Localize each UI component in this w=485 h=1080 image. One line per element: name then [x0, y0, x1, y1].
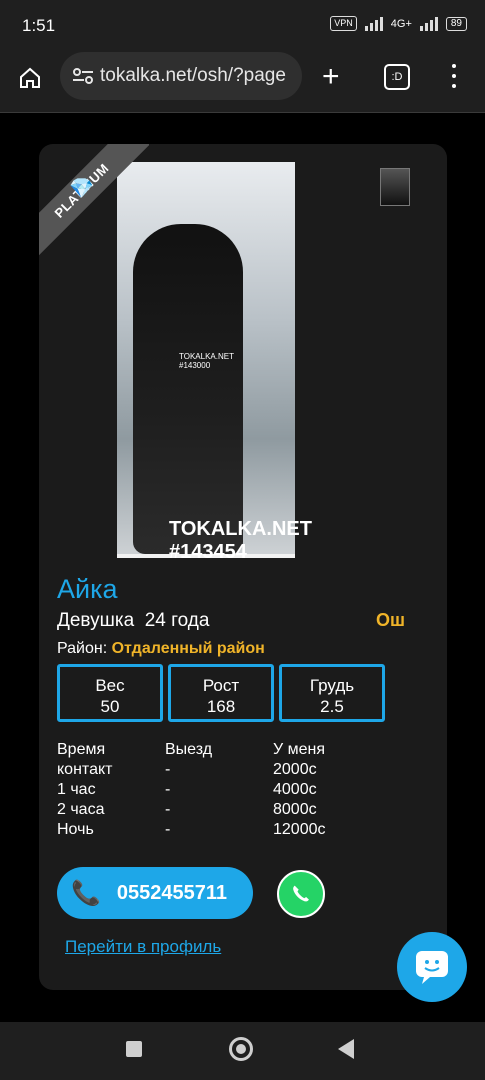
platinum-badge: PLATINUM [39, 144, 149, 260]
param-bust-value: 2.5 [320, 697, 344, 716]
status-bar: 1:51 VPN 4G+ 89 [0, 0, 485, 50]
new-tab-button[interactable]: + [322, 62, 340, 92]
profile-card: TOKALKA.NET #143000 PLATINUM 💎 TOKALKA.N… [39, 144, 447, 990]
overlay-brand: TOKALKA.NET [169, 518, 312, 540]
price-cell-outcall: - [165, 761, 171, 778]
menu-icon[interactable] [452, 64, 456, 88]
price-row: 1 час - 4000с [57, 780, 357, 800]
profile-age: 24 года [144, 610, 210, 631]
status-icons: VPN 4G+ 89 [330, 16, 467, 31]
param-weight-label: Вес [95, 676, 125, 695]
back-icon[interactable] [338, 1039, 354, 1059]
param-weight: Вес 50 [57, 664, 163, 722]
signal-icon [364, 16, 383, 31]
price-table: Время Выезд У меня контакт - 2000с 1 час… [57, 740, 357, 840]
price-cell-outcall: - [165, 781, 171, 798]
photo-person [133, 224, 243, 554]
chat-icon [416, 951, 448, 984]
price-cell-time: 1 час [57, 781, 96, 798]
district-value: Отдаленный район [111, 640, 265, 657]
url-text: tokalka.net/osh/?page [100, 65, 286, 86]
site-settings-icon[interactable] [72, 67, 94, 85]
battery-icon: 89 [445, 16, 467, 31]
profile-link[interactable]: Перейти в профиль [65, 937, 221, 957]
param-weight-value: 50 [100, 697, 120, 716]
price-cell-outcall: - [165, 821, 171, 838]
overlay-id: #143454 [169, 541, 247, 563]
param-height-label: Рост [202, 676, 240, 695]
price-cell-time: Ночь [57, 821, 94, 838]
profile-type: Девушка [57, 610, 135, 631]
profile-district: Район: Отдаленный район [57, 640, 265, 658]
network-type: 4G+ [390, 17, 412, 30]
tabs-button[interactable]: :D [384, 64, 410, 90]
photo-watermark-brand: TOKALKA.NET [179, 352, 234, 361]
param-bust: Грудь 2.5 [279, 664, 385, 722]
status-time: 1:51 [22, 16, 56, 35]
address-bar[interactable]: tokalka.net/osh/?page [60, 52, 302, 100]
price-cell-incall: 2000с [273, 761, 317, 778]
vpn-badge: VPN [330, 16, 357, 31]
price-row: Ночь - 12000с [57, 820, 357, 840]
signal-2-icon [419, 16, 438, 31]
android-nav-bar [0, 1022, 485, 1080]
whatsapp-glyph [293, 885, 309, 902]
price-header-outcall: Выезд [165, 741, 213, 758]
phone-number: 0552455711 [116, 881, 228, 904]
district-label: Район: [57, 640, 108, 657]
profile-name: Айка [57, 574, 118, 604]
price-row: 2 часа - 8000с [57, 800, 357, 820]
param-height: Рост 168 [168, 664, 274, 722]
param-height-value: 168 [206, 697, 236, 716]
price-cell-time: контакт [57, 761, 113, 778]
photo-thumbnail[interactable] [380, 168, 410, 206]
param-bust-label: Грудь [309, 676, 355, 695]
params-row: Вес 50 Рост 168 Грудь 2.5 [57, 664, 385, 722]
chat-button[interactable] [397, 932, 467, 1002]
photo-watermark-id: #143000 [179, 361, 211, 370]
home-icon[interactable] [18, 66, 42, 90]
price-header-incall: У меня [273, 741, 326, 758]
profile-info: Девушка 24 года [57, 610, 209, 632]
call-button[interactable]: 📞 0552455711 [57, 867, 253, 919]
whatsapp-icon[interactable] [277, 870, 325, 918]
price-cell-time: 2 часа [57, 801, 105, 818]
price-cell-incall: 4000с [273, 781, 317, 798]
platinum-ribbon: PLATINUM 💎 [39, 144, 149, 260]
profile-city: Ош [376, 610, 406, 630]
diamond-icon: 💎 [69, 178, 94, 200]
recents-icon[interactable] [126, 1041, 142, 1057]
price-cell-incall: 12000с [273, 821, 326, 838]
home-nav-icon[interactable] [229, 1037, 253, 1061]
price-cell-incall: 8000с [273, 801, 317, 818]
price-header-time: Время [57, 741, 106, 758]
browser-toolbar: tokalka.net/osh/?page + :D [0, 50, 485, 113]
price-row: контакт - 2000с [57, 760, 357, 780]
price-header-row: Время Выезд У меня [57, 740, 357, 760]
photo-overlay: TOKALKA.NET #143454 [169, 518, 312, 564]
price-cell-outcall: - [165, 801, 171, 818]
photo-watermark: TOKALKA.NET #143000 [179, 352, 234, 370]
phone-icon: 📞 [71, 879, 101, 907]
